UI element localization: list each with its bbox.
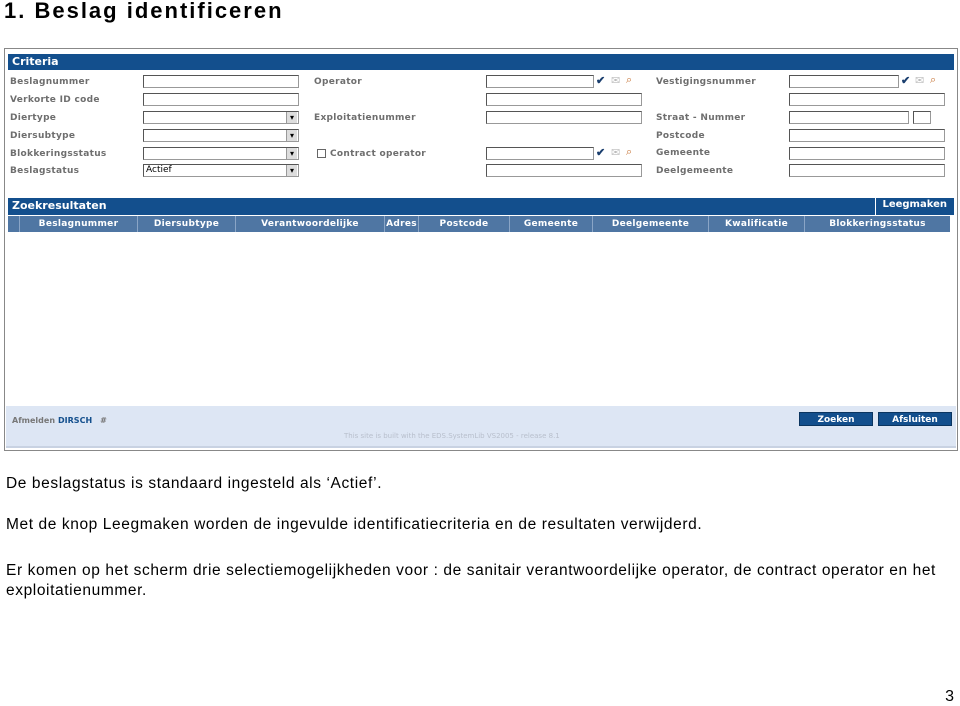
beslagstatus-label: Beslagstatus xyxy=(10,166,80,176)
contract-operator-name-input[interactable] xyxy=(486,164,642,177)
diersubtype-label: Diersubtype xyxy=(10,131,76,141)
column-header-postcode[interactable]: Postcode xyxy=(419,216,510,232)
postcode-input[interactable] xyxy=(789,129,945,142)
column-header-beslagnummer[interactable]: Beslagnummer xyxy=(20,216,138,232)
contract-operator-label: Contract operator xyxy=(330,149,427,159)
operator-validate-check-icon[interactable]: ✔ xyxy=(596,75,605,87)
logout-link[interactable]: Afmelden xyxy=(12,416,55,425)
diertype-label: Diertype xyxy=(10,113,57,123)
postcode-label: Postcode xyxy=(656,131,705,141)
operator-name-input[interactable] xyxy=(486,93,642,106)
verkorte-id-label: Verkorte ID code xyxy=(10,95,100,105)
footer-session: Afmelden DIRSCH # xyxy=(12,416,107,425)
diersubtype-select[interactable] xyxy=(143,129,299,142)
deelgemeente-input[interactable] xyxy=(789,164,945,177)
vestiging-memo-icon[interactable]: ✉ xyxy=(915,75,924,87)
blokkeringsstatus-label: Blokkeringsstatus xyxy=(10,149,107,159)
gemeente-label: Gemeente xyxy=(656,148,711,158)
column-header-kwalificatie[interactable]: Kwalificatie xyxy=(709,216,805,232)
vestiging-validate-check-icon[interactable]: ✔ xyxy=(901,75,910,87)
operator-memo-icon[interactable]: ✉ xyxy=(611,75,620,87)
page-number: 3 xyxy=(945,688,954,705)
column-header-verantwoordelijke[interactable]: Verantwoordelijke xyxy=(236,216,385,232)
column-header-gemeente[interactable]: Gemeente xyxy=(510,216,593,232)
zoeken-button[interactable]: Zoeken xyxy=(799,412,873,426)
verkorte-id-input[interactable] xyxy=(143,93,299,106)
vestigingsnummer-input[interactable] xyxy=(789,75,899,88)
leegmaken-button[interactable]: Leegmaken xyxy=(875,198,953,215)
gemeente-input[interactable] xyxy=(789,147,945,160)
contract-operator-checkbox[interactable] xyxy=(317,149,326,158)
paragraph-selectiemogelijkheden: Er komen op het scherm drie selectiemoge… xyxy=(6,562,936,599)
hash-link[interactable]: # xyxy=(100,416,107,425)
results-table-header: Beslagnummer Diersubtype Verantwoordelij… xyxy=(8,216,950,232)
beslagnummer-label: Beslagnummer xyxy=(10,77,90,87)
paragraph-beslagstatus: De beslagstatus is standaard ingesteld a… xyxy=(6,475,383,492)
column-header-blokkeringsstatus[interactable]: Blokkeringsstatus xyxy=(805,216,950,232)
exploitatienummer-input[interactable] xyxy=(486,111,642,124)
deelgemeente-label: Deelgemeente xyxy=(656,166,734,176)
straat-nummer-label: Straat - Nummer xyxy=(656,113,746,123)
straat-input[interactable] xyxy=(789,111,909,124)
app-screenshot: Criteria Beslagnummer Verkorte ID code D… xyxy=(4,48,958,451)
operator-label: Operator xyxy=(314,77,363,87)
operator-input[interactable] xyxy=(486,75,594,88)
contract-operator-memo-icon[interactable]: ✉ xyxy=(611,147,620,159)
contract-operator-validate-check-icon[interactable]: ✔ xyxy=(596,147,605,159)
diertype-select[interactable] xyxy=(143,111,299,124)
operator-search-icon[interactable]: ⌕ xyxy=(626,74,632,86)
beslagstatus-select[interactable]: Actief xyxy=(143,164,299,177)
column-header-deelgemeente[interactable]: Deelgemeente xyxy=(593,216,709,232)
vestiging-name-input[interactable] xyxy=(789,93,945,106)
document-title: 1. Beslag identificeren xyxy=(4,0,284,23)
vestigingsnummer-label: Vestigingsnummer xyxy=(656,77,756,87)
built-with-text: This site is built with the EDS.SystemLi… xyxy=(344,432,560,440)
contract-operator-search-icon[interactable]: ⌕ xyxy=(626,146,632,158)
blokkeringsstatus-select[interactable] xyxy=(143,147,299,160)
afsluiten-button[interactable]: Afsluiten xyxy=(878,412,952,426)
vestiging-search-icon[interactable]: ⌕ xyxy=(930,74,936,86)
column-header-adres[interactable]: Adres xyxy=(385,216,419,232)
criteria-header: Criteria xyxy=(8,54,954,70)
column-header-select[interactable] xyxy=(8,216,20,232)
current-user: DIRSCH xyxy=(58,416,93,425)
huisnummer-input[interactable] xyxy=(913,111,931,124)
results-header: Zoekresultaten xyxy=(8,198,954,215)
paragraph-leegmaken: Met de knop Leegmaken worden de ingevuld… xyxy=(6,516,703,533)
beslagnummer-input[interactable] xyxy=(143,75,299,88)
exploitatienummer-label: Exploitatienummer xyxy=(314,113,416,123)
app-footer: Afmelden DIRSCH # This site is built with … xyxy=(6,406,956,448)
column-header-diersubtype[interactable]: Diersubtype xyxy=(138,216,236,232)
contract-operator-input[interactable] xyxy=(486,147,594,160)
